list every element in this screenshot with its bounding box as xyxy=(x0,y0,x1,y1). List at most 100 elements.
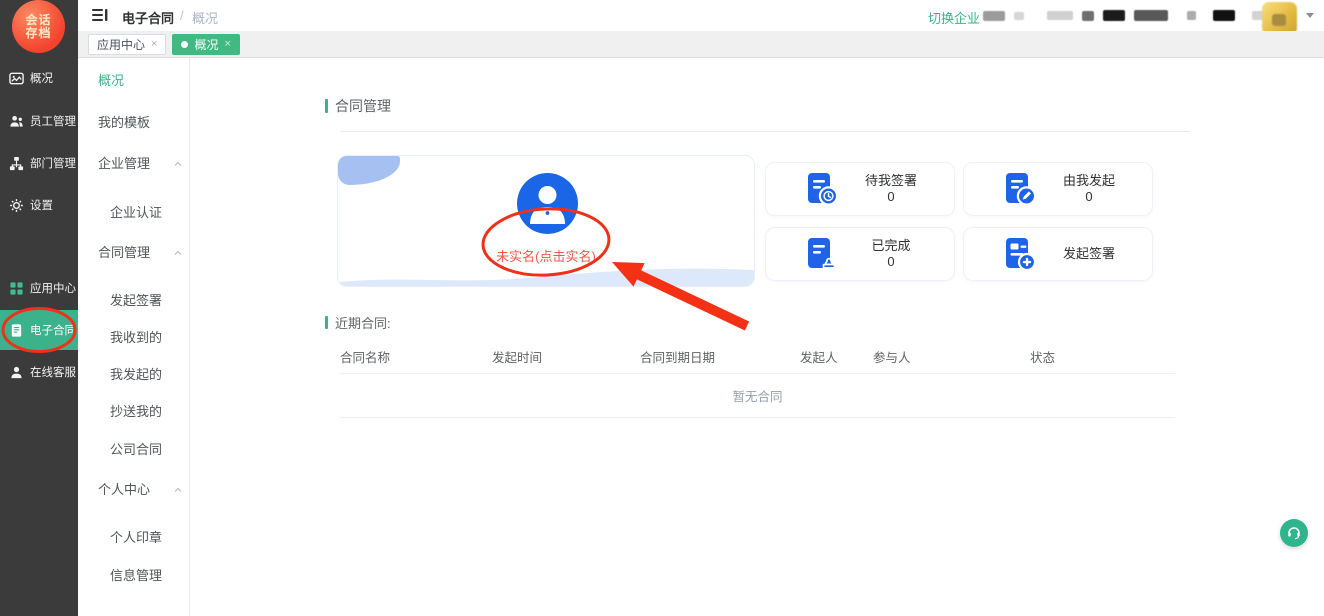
e-contract-submenu: 概况 我的模板 企业管理 企业认证 合同管理 发起签署 我收到的 我发起的 抄送… xyxy=(78,58,190,616)
sidebar-item-label: 电子合同 xyxy=(30,322,76,338)
decorative-blob xyxy=(338,156,400,185)
stat-card-count: 0 xyxy=(863,189,919,205)
app-grid-icon xyxy=(9,281,24,296)
sidebar-item-employees[interactable]: 员工管理 xyxy=(0,101,78,141)
breadcrumb-current: 概况 xyxy=(192,8,218,27)
redacted-text xyxy=(1103,10,1125,21)
tab-overview[interactable]: 概况 × xyxy=(172,34,239,55)
redacted-text xyxy=(1213,10,1235,21)
recent-contracts-section-title: 近期合同: xyxy=(325,313,391,332)
chevron-up-icon[interactable] xyxy=(174,486,182,494)
top-bar: 电子合同 / 概况 切换企业 xyxy=(78,0,1324,31)
submenu-item-info-mgmt[interactable]: 信息管理 xyxy=(110,567,162,585)
redacted-text xyxy=(1187,11,1196,20)
sidebar-item-online-service[interactable]: 在线客服 xyxy=(0,352,78,392)
redacted-user-info xyxy=(983,0,1278,31)
user-menu-caret-icon[interactable] xyxy=(1306,13,1314,18)
section-title-text: 合同管理 xyxy=(335,96,391,116)
sidebar-item-label: 概况 xyxy=(30,70,53,86)
realname-profile-card: 未实名(点击实名) xyxy=(337,155,755,287)
sidebar-item-label: 员工管理 xyxy=(30,113,76,129)
column-header: 状态 xyxy=(1030,347,1175,366)
stat-card-completed[interactable]: 已完成 0 xyxy=(765,227,955,281)
tab-app-center[interactable]: 应用中心 × xyxy=(88,34,166,55)
redacted-text xyxy=(1047,11,1073,20)
sidebar-item-departments[interactable]: 部门管理 xyxy=(0,143,78,183)
sidebar-item-label: 设置 xyxy=(30,197,53,213)
tab-close-icon[interactable]: × xyxy=(151,39,157,50)
column-header: 合同到期日期 xyxy=(640,347,800,366)
submenu-group-enterprise[interactable]: 企业管理 xyxy=(98,155,150,173)
section-accent-bar xyxy=(325,99,328,113)
realname-prompt-link[interactable]: 未实名(点击实名) xyxy=(338,246,754,265)
column-header: 发起时间 xyxy=(492,347,640,366)
open-tabs-bar: 应用中心 × 概况 × xyxy=(78,31,1324,58)
primary-sidebar: 会话 存档 概况 员工管理 xyxy=(0,0,78,616)
stat-card-awaiting-my-signature[interactable]: 待我签署 0 xyxy=(765,162,955,216)
chevron-up-icon[interactable] xyxy=(174,160,182,168)
submenu-group-personal-center[interactable]: 个人中心 xyxy=(98,481,150,499)
stat-card-initiated-by-me[interactable]: 由我发起 0 xyxy=(963,162,1153,216)
table-empty-state: 暂无合同 xyxy=(340,374,1175,417)
support-person-icon xyxy=(9,365,24,380)
column-header: 参与人 xyxy=(873,347,1030,366)
gear-icon xyxy=(9,198,24,213)
section-accent-bar xyxy=(325,316,328,329)
table-header-row: 合同名称 发起时间 合同到期日期 发起人 参与人 状态 xyxy=(340,340,1175,373)
sidebar-item-e-contract[interactable]: 电子合同 xyxy=(0,310,78,350)
sidebar-item-app-center[interactable]: 应用中心 xyxy=(0,268,78,308)
submenu-item-my-templates[interactable]: 我的模板 xyxy=(98,114,150,132)
submenu-item-company-contracts[interactable]: 公司合同 xyxy=(110,441,162,459)
doc-clock-icon xyxy=(801,169,841,209)
stat-card-count: 0 xyxy=(1061,189,1117,205)
submenu-item-personal-seal[interactable]: 个人印章 xyxy=(110,529,162,547)
section-divider xyxy=(340,131,1190,132)
customer-service-button[interactable] xyxy=(1280,519,1308,547)
sidebar-item-label: 部门管理 xyxy=(30,155,76,171)
person-icon xyxy=(517,173,578,234)
tab-label: 应用中心 xyxy=(97,36,145,53)
stat-card-label: 待我签署 xyxy=(863,173,919,189)
sidebar-item-label: 应用中心 xyxy=(30,280,76,296)
tab-close-icon[interactable]: × xyxy=(224,39,230,50)
submenu-item-initiate-sign[interactable]: 发起签署 xyxy=(110,292,162,310)
redacted-text xyxy=(1134,10,1168,21)
contract-mgmt-section-title: 合同管理 xyxy=(325,96,391,116)
submenu-group-contract-mgmt[interactable]: 合同管理 xyxy=(98,244,150,262)
breadcrumb-separator: / xyxy=(180,8,184,23)
table-divider xyxy=(340,417,1175,418)
employees-icon xyxy=(9,114,24,129)
breadcrumb-parent[interactable]: 电子合同 xyxy=(122,8,174,27)
chevron-up-icon[interactable] xyxy=(174,249,182,257)
submenu-item-cc-me[interactable]: 抄送我的 xyxy=(110,403,162,421)
tab-label: 概况 xyxy=(194,36,218,53)
app-screen: 电子合同 / 概况 切换企业 应用中心 × 概况 × xyxy=(0,0,1324,616)
switch-company-link[interactable]: 切换企业 xyxy=(928,8,980,27)
column-header: 合同名称 xyxy=(340,347,492,366)
headset-icon xyxy=(1286,525,1302,541)
active-tab-dot-icon xyxy=(181,41,188,48)
profile-avatar[interactable] xyxy=(517,173,578,234)
submenu-item-enterprise-cert[interactable]: 企业认证 xyxy=(110,204,162,222)
column-header: 发起人 xyxy=(800,347,873,366)
recent-contracts-table: 合同名称 发起时间 合同到期日期 发起人 参与人 状态 暂无合同 xyxy=(340,340,1175,418)
stat-card-label: 已完成 xyxy=(863,238,919,254)
submenu-item-overview[interactable]: 概况 xyxy=(98,72,124,90)
sidebar-item-settings[interactable]: 设置 xyxy=(0,185,78,225)
main-content: 合同管理 未实名(点击实名) xyxy=(190,58,1324,616)
stat-card-count: 0 xyxy=(863,254,919,270)
logo-line1: 会话 xyxy=(25,14,51,27)
org-chart-icon xyxy=(9,156,24,171)
submenu-item-received[interactable]: 我收到的 xyxy=(110,329,162,347)
dashboard-icon xyxy=(9,71,24,86)
app-logo: 会话 存档 xyxy=(12,0,65,53)
avatar-blur-detail xyxy=(1272,14,1286,26)
sidebar-item-overview[interactable]: 概况 xyxy=(0,58,78,98)
contract-doc-icon xyxy=(9,323,24,338)
collapse-menu-icon[interactable] xyxy=(92,8,108,22)
stat-card-initiate-signing[interactable]: 发起签署 xyxy=(963,227,1153,281)
doc-stamp-icon xyxy=(801,234,841,274)
submenu-item-initiated[interactable]: 我发起的 xyxy=(110,366,162,384)
stat-card-label: 由我发起 xyxy=(1061,173,1117,189)
doc-plus-icon xyxy=(999,234,1039,274)
